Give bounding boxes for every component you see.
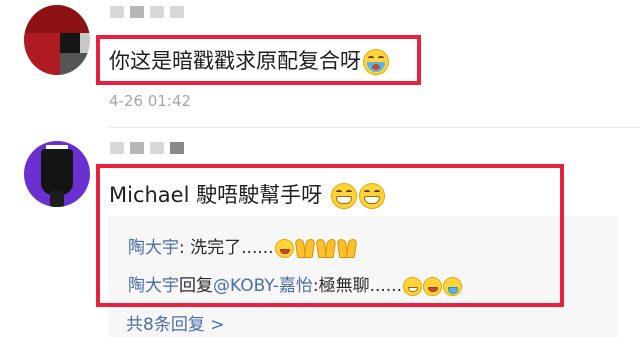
- comment-author: Michael: [109, 183, 190, 207]
- reply-mention[interactable]: @KOBY-嘉怡: [213, 276, 313, 296]
- reply-author[interactable]: 陶大宇: [128, 276, 179, 296]
- reply-text: :極無聊......: [312, 276, 402, 296]
- comment-body: 你这是暗戳戳求原配复合呀: [109, 45, 389, 75]
- reply-author[interactable]: 陶大宇: [128, 238, 179, 258]
- username-obscured[interactable]: [110, 142, 184, 154]
- comment-text: 駛唔駛幫手呀: [196, 183, 323, 207]
- grin-emoji-icon: [330, 183, 357, 209]
- reply-text: 洗完了......: [184, 238, 274, 258]
- avatar[interactable]: [24, 141, 90, 207]
- laugh-cry-emoji-icon: [423, 276, 442, 296]
- crying-emoji-icon: [443, 276, 462, 296]
- avatar[interactable]: [24, 5, 90, 75]
- prayer-emoji-icon: [336, 238, 357, 258]
- comment-timestamp: 4-26 01:42: [109, 92, 192, 110]
- reply-item[interactable]: 陶大宇: 洗完了......: [128, 233, 357, 258]
- reply-word: 回复: [179, 276, 213, 296]
- grimacing-face-emoji-icon: [363, 49, 389, 75]
- grin-emoji-icon: [358, 183, 385, 209]
- reply-item[interactable]: 陶大宇回复@KOBY-嘉怡:極無聊......: [128, 271, 462, 296]
- prayer-emoji-icon: [315, 238, 336, 258]
- comment-text: 你这是暗戳戳求原配复合呀: [109, 49, 361, 73]
- comment-body: Michael 駛唔駛幫手呀: [109, 179, 385, 209]
- grin-emoji-icon: [403, 276, 422, 296]
- view-all-replies-link[interactable]: 共8条回复 >: [126, 310, 224, 335]
- prayer-emoji-icon: [294, 238, 315, 258]
- laugh-cry-emoji-icon: [274, 238, 294, 258]
- username-obscured[interactable]: [110, 6, 184, 18]
- comment-divider: [108, 127, 640, 128]
